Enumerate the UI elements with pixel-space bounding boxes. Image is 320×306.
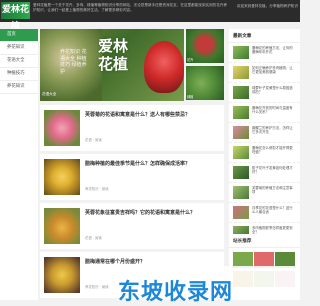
recent-post-item[interactable]: 绿萝叶子发黄是什么原因造成的？ (229, 83, 300, 103)
recent-post-item[interactable]: 蝴蝶兰的养护方法，怎样让它多次开花 (229, 123, 300, 143)
recent-post-item[interactable]: 月季花的花语是什么？送什么人最合适 (229, 203, 300, 223)
recent-post-thumbnail[interactable] (233, 166, 249, 179)
article-thumbnail[interactable] (44, 159, 80, 195)
banner-flower-image (144, 41, 184, 93)
recent-post-thumbnail[interactable] (233, 86, 249, 99)
thumbnail-caption: 绿植 (187, 95, 194, 99)
featured-thumbnails: 花卉 绿植 (186, 29, 224, 101)
article-card[interactable]: 芙蓉菊的花语和寓意是什么？送人有哪些禁忌？ 花语 · 阅读 (40, 105, 224, 151)
recent-post-title[interactable]: 芙蓉菊的养殖方法和注意事项 (252, 186, 296, 199)
recent-post-item[interactable]: 如何正确养护多肉植物，让它更加美丽健康 (229, 63, 300, 83)
recent-post-title[interactable]: 腊梅花的养殖方法，让你的腊梅年年开花 (252, 46, 296, 59)
article-meta: 花语 · 阅读 (85, 236, 102, 240)
site-tagline: 爱林花植是一个关于花卉、多肉、绿植等植物知识分享的网站，无论您是新手还是资深花友… (33, 3, 228, 12)
sidebar-item-home[interactable]: 首页 (0, 29, 38, 42)
recent-post-item[interactable]: 腊梅花开放的时间与温度有什么关系？ (229, 103, 300, 123)
recent-post-item[interactable]: 腊梅花怎么修剪才能开得更旺盛？ (229, 143, 300, 163)
sidebar-item-flower-knowledge[interactable]: 养花知识 (0, 42, 38, 55)
recent-post-item[interactable]: 腊梅花的养殖方法，让你的腊梅年年开花 (229, 43, 300, 63)
article-title[interactable]: 芙蓉花象征富贵吉祥吗？它的花语和寓意是什么？ (85, 209, 221, 216)
article-meta: 养花知识 · 阅读 (85, 187, 109, 191)
recent-post-title[interactable]: 月季花的花语是什么？送什么人最合适 (252, 206, 296, 219)
recent-post-thumbnail[interactable] (233, 106, 249, 119)
thumbnail-card[interactable]: 花卉 (186, 29, 224, 63)
recent-post-thumbnail[interactable] (233, 186, 249, 199)
article-card[interactable]: 腊梅种植的最佳季节是什么？怎样确保成活率？ 养花知识 · 阅读 (40, 154, 224, 200)
sidebar-item-planting-tips[interactable]: 种植技巧 (0, 68, 38, 81)
article-card[interactable]: 芙蓉花象征富贵吉祥吗？它的花语和寓意是什么？ 花语 · 阅读 (40, 203, 224, 249)
article-title[interactable]: 腊梅通常在哪个月份盛开？ (85, 258, 221, 265)
watermark-text: 东坡收录网 (118, 280, 234, 305)
banner-slogan: 养花知识 花语大全 种植技巧 绿植养护 (60, 49, 87, 75)
recent-post-thumbnail[interactable] (233, 126, 249, 139)
article-thumbnail[interactable] (44, 257, 80, 293)
recent-post-title[interactable]: 如何正确养护多肉植物，让它更加美丽健康 (252, 66, 296, 79)
top-bar: 爱林花植 爱林花植是一个关于花卉、多肉、绿植等植物知识分享的网站，无论您是新手还… (0, 0, 300, 32)
hero-banner[interactable]: 养花知识 花语大全 种植技巧 绿植养护 爱林花植 花语大全 (40, 29, 184, 101)
sidebar-item-flower-knowledge-2[interactable]: 养花知识 (0, 81, 38, 94)
recent-posts-title: 最新文章 (229, 29, 300, 43)
thumbnail-card[interactable]: 绿植 (186, 66, 224, 100)
site-logo[interactable]: 爱林花植 (1, 2, 30, 32)
recent-post-thumbnail[interactable] (233, 46, 249, 59)
article-thumbnail[interactable] (44, 208, 80, 244)
sidebar-nav: 首页 养花知识 花语大全 种植技巧 养花知识 (0, 29, 38, 300)
thumbnail-caption: 花卉 (187, 58, 194, 62)
sidebar-item-flower-language[interactable]: 花语大全 (0, 55, 38, 68)
recent-post-thumbnail[interactable] (233, 206, 249, 219)
recent-post-thumbnail[interactable] (233, 146, 249, 159)
top-right-text: 欢迎来到爱林花植，分享植物养护知识 (236, 4, 298, 8)
recent-post-title[interactable]: 绿萝叶子发黄是什么原因造成的？ (252, 86, 296, 99)
article-meta: 花语 · 阅读 (85, 138, 102, 142)
recent-post-title[interactable]: 腊梅花怎么修剪才能开得更旺盛？ (252, 146, 296, 159)
article-title[interactable]: 芙蓉菊的花语和寓意是什么？送人有哪些禁忌？ (85, 111, 221, 118)
recent-posts-panel: 最新文章 腊梅花的养殖方法，让你的腊梅年年开花 如何正确养护多肉植物，让它更加美… (229, 29, 300, 243)
recommend-title: 站长推荐 (229, 234, 300, 248)
recent-post-item[interactable]: 芙蓉菊的养殖方法和注意事项 (229, 183, 300, 203)
recent-post-title[interactable]: 蝴蝶兰的养护方法，怎样让它多次开花 (252, 126, 296, 139)
recent-post-title[interactable]: 腊梅花开放的时间与温度有什么关系？ (252, 106, 296, 119)
article-thumbnail[interactable] (44, 110, 80, 146)
article-title[interactable]: 腊梅种植的最佳季节是什么？怎样确保成活率？ (85, 160, 221, 167)
recent-post-item[interactable]: 栀子花叶子发黄如何处理才好？ (229, 163, 300, 183)
recent-post-title[interactable]: 栀子花叶子发黄如何处理才好？ (252, 166, 296, 179)
banner-caption: 花语大全 (42, 92, 57, 96)
recent-post-thumbnail[interactable] (233, 66, 249, 79)
banner-title: 爱林花植 (98, 37, 129, 73)
